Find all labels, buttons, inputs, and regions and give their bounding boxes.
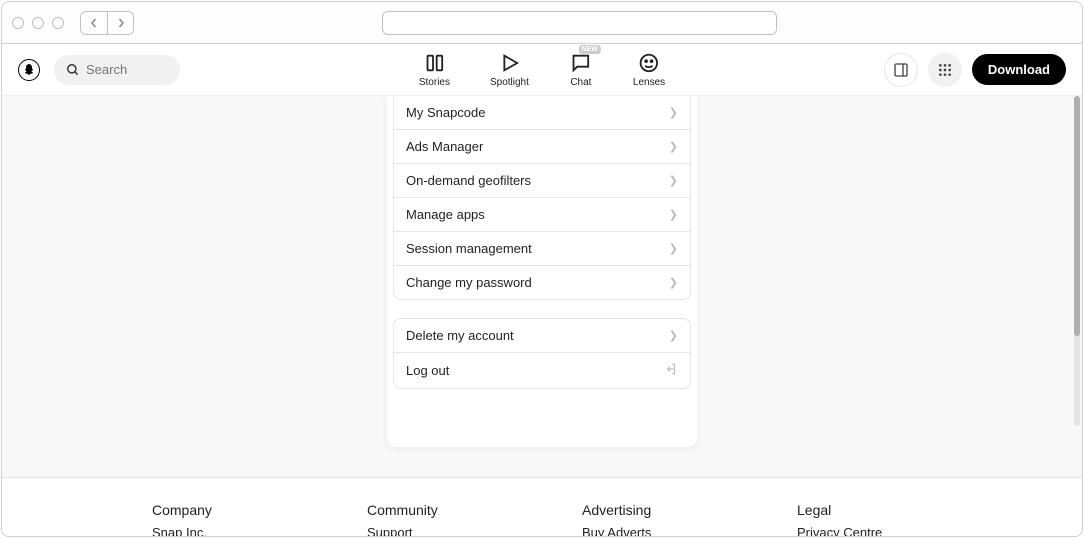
nav-chat[interactable]: NEW Chat [569, 51, 593, 88]
main-nav: Stories Spotlight NEW Chat Lenses [419, 51, 665, 88]
row-session-management[interactable]: Session management ❯ [394, 231, 690, 265]
nav-spotlight[interactable]: Spotlight [490, 51, 529, 88]
stories-icon [422, 51, 446, 75]
new-badge: NEW [579, 45, 601, 54]
chevron-right-icon: ❯ [669, 208, 678, 221]
footer-heading: Community [367, 502, 502, 518]
spotlight-icon [497, 51, 521, 75]
row-ads-manager[interactable]: Ads Manager ❯ [394, 129, 690, 163]
row-label: Delete my account [406, 328, 514, 343]
snapchat-logo-icon[interactable] [18, 59, 40, 81]
download-button[interactable]: Download [972, 54, 1066, 85]
chevron-right-icon: ❯ [669, 276, 678, 289]
chevron-right-icon: ❯ [669, 106, 678, 119]
back-button[interactable] [81, 12, 107, 34]
nav-label: Stories [419, 77, 450, 88]
panel-icon [893, 62, 909, 78]
maximize-window-icon[interactable] [52, 17, 64, 29]
row-change-password[interactable]: Change my password ❯ [394, 265, 690, 299]
footer-heading: Legal [797, 502, 932, 518]
footer-link[interactable]: Support [367, 525, 502, 537]
browser-chrome [2, 2, 1082, 44]
footer-link[interactable]: Snap Inc. [152, 525, 287, 537]
apps-grid-button[interactable] [928, 53, 962, 87]
row-log-out[interactable]: Log out [394, 352, 690, 388]
app-header: Stories Spotlight NEW Chat Lenses [2, 44, 1082, 96]
url-bar[interactable] [382, 11, 777, 35]
chevron-left-icon [89, 18, 99, 28]
logout-icon [664, 362, 678, 379]
footer-col-advertising: Advertising Buy Adverts Advertising Poli… [582, 502, 717, 537]
row-manage-apps[interactable]: Manage apps ❯ [394, 197, 690, 231]
chevron-right-icon: ❯ [669, 140, 678, 153]
footer-col-company: Company Snap Inc. Careers News [152, 502, 287, 537]
chevron-right-icon: ❯ [669, 242, 678, 255]
footer-heading: Company [152, 502, 287, 518]
row-label: Ads Manager [406, 139, 483, 154]
scrollbar-thumb[interactable] [1074, 96, 1080, 336]
nav-stories[interactable]: Stories [419, 51, 450, 88]
search-field[interactable] [54, 55, 180, 85]
row-label: Session management [406, 241, 532, 256]
row-label: Log out [406, 363, 449, 378]
window-controls [12, 17, 64, 29]
settings-group-danger: Delete my account ❯ Log out [393, 318, 691, 389]
nav-lenses[interactable]: Lenses [633, 51, 665, 88]
row-label: Change my password [406, 275, 532, 290]
settings-card: My Snapcode ❯ Ads Manager ❯ On-demand ge… [387, 96, 697, 447]
chat-icon [569, 51, 593, 75]
row-delete-account[interactable]: Delete my account ❯ [394, 319, 690, 352]
row-label: Manage apps [406, 207, 485, 222]
lenses-icon [637, 51, 661, 75]
chevron-right-icon: ❯ [669, 174, 678, 187]
grid-icon [937, 62, 953, 78]
nav-label: Chat [570, 77, 591, 88]
chevron-right-icon: ❯ [669, 329, 678, 342]
forward-button[interactable] [107, 12, 133, 34]
header-right: Download [884, 53, 1066, 87]
footer: Company Snap Inc. Careers News Community… [2, 478, 1082, 537]
row-label: On-demand geofilters [406, 173, 531, 188]
row-my-snapcode[interactable]: My Snapcode ❯ [394, 96, 690, 129]
footer-link[interactable]: Buy Adverts [582, 525, 717, 537]
create-button[interactable] [884, 53, 918, 87]
nav-label: Lenses [633, 77, 665, 88]
close-window-icon[interactable] [12, 17, 24, 29]
footer-heading: Advertising [582, 502, 717, 518]
row-geofilters[interactable]: On-demand geofilters ❯ [394, 163, 690, 197]
footer-link[interactable]: Privacy Centre [797, 525, 932, 537]
nav-label: Spotlight [490, 77, 529, 88]
minimize-window-icon[interactable] [32, 17, 44, 29]
browser-nav-buttons [80, 11, 134, 35]
chevron-right-icon [116, 18, 126, 28]
search-icon [66, 63, 80, 77]
footer-col-legal: Legal Privacy Centre Your Privacy Choice… [797, 502, 932, 537]
footer-col-community: Community Support Community Guidelines S… [367, 502, 502, 537]
settings-group-account: My Snapcode ❯ Ads Manager ❯ On-demand ge… [393, 96, 691, 300]
row-label: My Snapcode [406, 105, 486, 120]
content-area: My Snapcode ❯ Ads Manager ❯ On-demand ge… [2, 96, 1082, 537]
search-input[interactable] [86, 62, 166, 77]
